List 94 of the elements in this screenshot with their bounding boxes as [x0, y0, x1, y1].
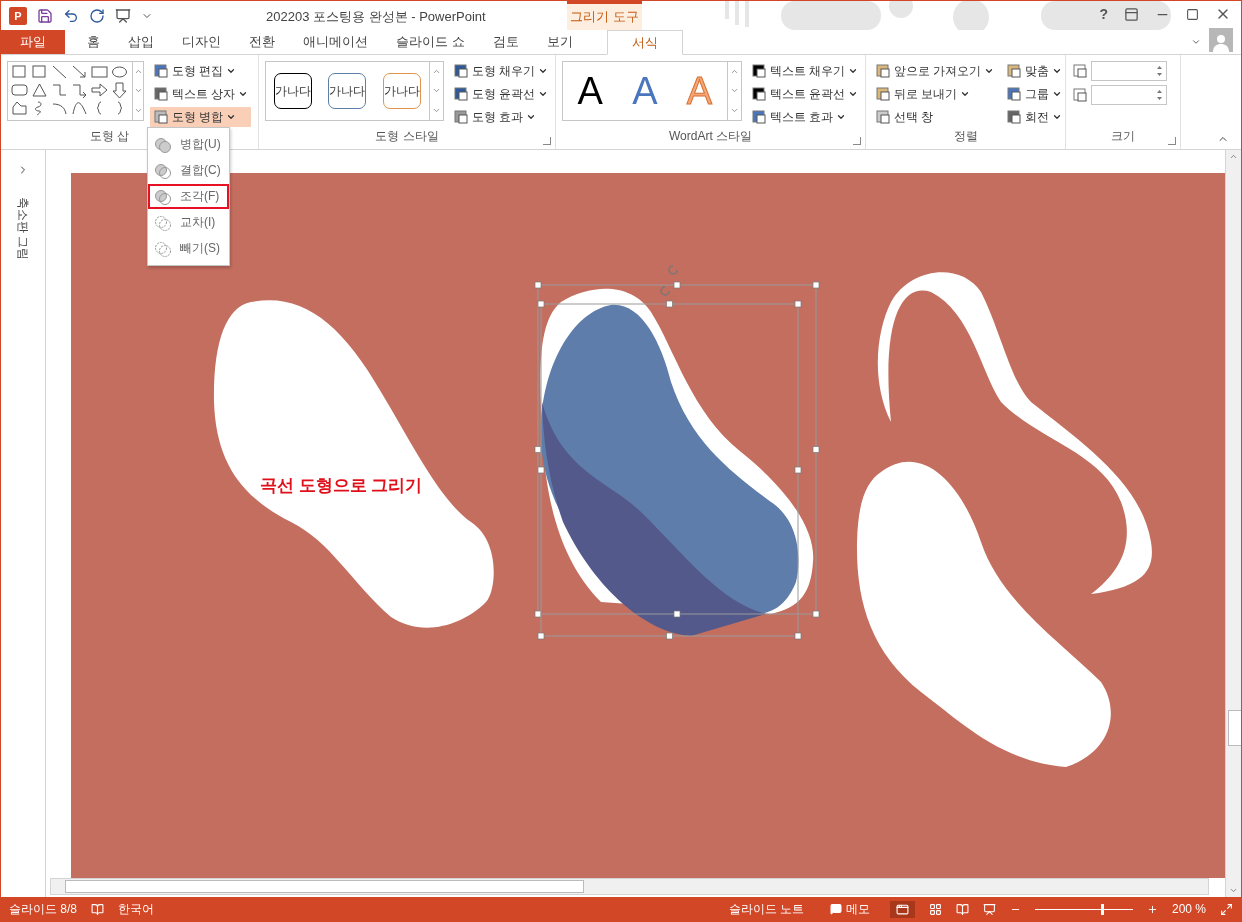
- maximize-icon[interactable]: [1186, 7, 1199, 21]
- ribbon-tab[interactable]: 서식: [606, 30, 683, 55]
- elbow-arrow-icon[interactable]: [70, 81, 89, 99]
- redo-icon[interactable]: [89, 7, 105, 24]
- undo-icon[interactable]: [63, 7, 79, 24]
- rounded-rectangle-icon[interactable]: [10, 81, 29, 99]
- line-icon[interactable]: [50, 63, 69, 81]
- spinner-icon[interactable]: [1156, 88, 1163, 102]
- merge-option-icon: [154, 136, 172, 153]
- notes-button[interactable]: 슬라이드 노트: [722, 898, 810, 920]
- ribbon-tab[interactable]: 파일: [1, 30, 65, 54]
- oval-icon[interactable]: [110, 63, 129, 81]
- group-label: 정렬: [953, 128, 978, 145]
- account-caret-icon[interactable]: [1191, 37, 1201, 47]
- wordart-style[interactable]: A: [632, 69, 658, 113]
- ribbon-command[interactable]: 맞춤: [1003, 61, 1066, 81]
- reading-view-icon[interactable]: [955, 902, 969, 916]
- scroll-down-icon[interactable]: [1229, 886, 1238, 895]
- ribbon-command[interactable]: 도형 윤곽선: [449, 84, 551, 104]
- context-tab-header: 그리기 도구: [567, 1, 642, 30]
- size-field[interactable]: [1091, 85, 1167, 105]
- comments-button[interactable]: 메모: [823, 898, 876, 920]
- ribbon-command[interactable]: 그룹: [1003, 84, 1066, 104]
- ribbon-command[interactable]: 뒤로 보내기: [872, 84, 998, 104]
- style-gallery[interactable]: 가나다 가나다 가나다: [265, 61, 444, 121]
- menu-item[interactable]: 조각(F): [148, 184, 229, 209]
- shape-style[interactable]: 가나다: [328, 73, 367, 109]
- save-icon[interactable]: [37, 7, 53, 24]
- arrow-line-icon[interactable]: [70, 63, 89, 81]
- slideshow-icon[interactable]: [115, 7, 131, 24]
- menu-item[interactable]: 빼기(S): [148, 236, 229, 261]
- triangle-icon[interactable]: [30, 81, 49, 99]
- menu-item[interactable]: 결합(C): [148, 158, 229, 183]
- elbow-connector-icon[interactable]: [50, 81, 69, 99]
- ribbon-command[interactable]: 도형 편집: [150, 61, 252, 81]
- window-title: 202203 포스팅용 완성본 - PowerPoint: [266, 8, 486, 26]
- ribbon-command[interactable]: 텍스트 윤곽선: [747, 84, 861, 104]
- thumbnail-pane-label[interactable]: 축소판 그림: [14, 196, 32, 261]
- vertical-scrollbar[interactable]: [1225, 150, 1241, 897]
- ribbon-command[interactable]: 선택 창: [872, 107, 998, 127]
- ribbon-command[interactable]: 텍스트 채우기: [747, 61, 861, 81]
- rectangle-icon[interactable]: [90, 63, 109, 81]
- zoom-in-icon[interactable]: [1146, 903, 1158, 915]
- group-label: WordArt 스타일: [668, 128, 753, 145]
- comment-icon: [829, 903, 842, 915]
- menu-item[interactable]: 병합(U): [148, 132, 229, 157]
- ribbon-command[interactable]: 텍스트 상자: [150, 84, 252, 104]
- spinner-icon[interactable]: [1156, 64, 1163, 78]
- group-label: 크기: [1111, 128, 1135, 145]
- shape-style[interactable]: 가나다: [382, 73, 421, 109]
- down-arrow-icon[interactable]: [110, 81, 129, 99]
- dialog-launcher-icon[interactable]: [853, 137, 861, 145]
- help-button[interactable]: ?: [1099, 6, 1108, 22]
- wordart-gallery[interactable]: A A A: [562, 61, 742, 121]
- curve-icon[interactable]: [70, 99, 89, 117]
- merge-option-icon: [154, 188, 172, 205]
- ribbon-command[interactable]: 앞으로 가져오기: [872, 61, 998, 81]
- ribbon-command[interactable]: 텍스트 효과: [747, 107, 861, 127]
- merge-option-icon: [154, 162, 172, 179]
- slide-text: 곡선 도형으로 그리기: [260, 475, 423, 497]
- zoom-level[interactable]: 200 %: [1171, 902, 1206, 916]
- ribbon-command[interactable]: 도형 효과: [449, 107, 551, 127]
- normal-view-button[interactable]: [889, 900, 915, 918]
- ribbon-command[interactable]: 도형 채우기: [449, 61, 551, 81]
- dialog-launcher-icon[interactable]: [543, 137, 551, 145]
- right-arrow-icon[interactable]: [90, 81, 109, 99]
- freeform-icon[interactable]: [10, 99, 29, 117]
- shape-gallery[interactable]: [7, 61, 144, 121]
- scroll-up-icon[interactable]: [1229, 152, 1238, 161]
- slideshow-view-icon[interactable]: [982, 902, 996, 916]
- ribbon-display-icon[interactable]: [1124, 6, 1139, 22]
- group-label: 도형 스타일: [375, 128, 439, 145]
- spelling-icon[interactable]: [91, 902, 104, 916]
- sorter-view-icon[interactable]: [928, 902, 942, 916]
- slide-counter: 슬라이드 8/8: [9, 900, 77, 918]
- horizontal-scrollbar[interactable]: [50, 878, 1209, 895]
- zoom-thumb[interactable]: [1100, 903, 1104, 915]
- scroll-thumb[interactable]: [65, 880, 584, 893]
- group-label: 도형 삽: [89, 128, 130, 145]
- language-label[interactable]: 한국어: [118, 900, 154, 918]
- app-logo: P: [9, 6, 27, 25]
- shape-style[interactable]: 가나다: [274, 73, 313, 109]
- normal-view-icon: [895, 902, 909, 916]
- fit-slide-icon[interactable]: [1220, 902, 1233, 916]
- ribbon-command[interactable]: 도형 병합: [150, 107, 252, 127]
- scroll-thumb[interactable]: [1228, 710, 1241, 746]
- avatar-icon[interactable]: [1209, 28, 1233, 52]
- dialog-launcher-icon[interactable]: [1168, 137, 1176, 145]
- menu-item[interactable]: 교차(I): [148, 210, 229, 235]
- wordart-style[interactable]: A: [577, 69, 603, 113]
- size-field[interactable]: [1091, 61, 1167, 81]
- merge-option-icon: [154, 240, 172, 257]
- merge-option-icon: [154, 214, 172, 231]
- ribbon-command[interactable]: 회전: [1003, 107, 1066, 127]
